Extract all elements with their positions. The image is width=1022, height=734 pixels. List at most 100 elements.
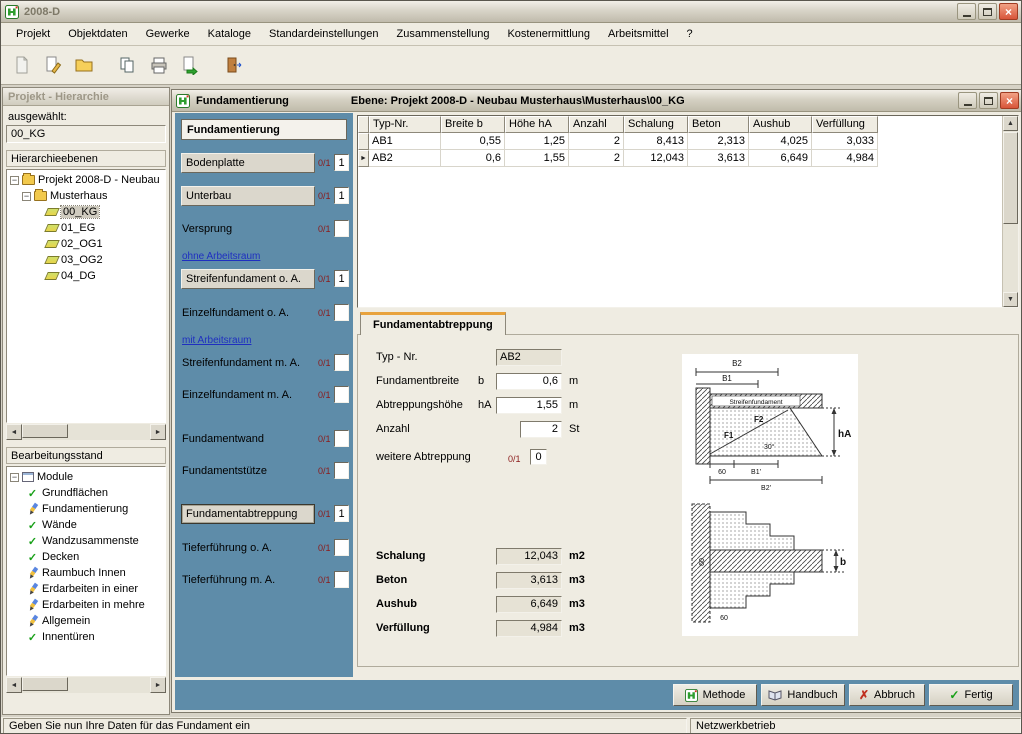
copy-button[interactable] <box>115 52 141 78</box>
abtreppungshoehe-input[interactable]: 1,55 <box>496 397 562 414</box>
item-count-box[interactable] <box>334 354 349 371</box>
module-item[interactable]: ✓Wandzusammenste <box>7 533 165 549</box>
column-header[interactable]: Breite b <box>441 116 505 133</box>
close-button[interactable]: × <box>999 3 1018 20</box>
module-item[interactable]: ✓Decken <box>7 549 165 565</box>
modules-hscrollbar[interactable]: ◄ ► <box>6 677 166 693</box>
mdi-close-button[interactable]: × <box>1000 92 1019 109</box>
maximize-button[interactable] <box>978 3 997 20</box>
export-button[interactable] <box>177 52 203 78</box>
menu-objektdaten[interactable]: Objektdaten <box>59 25 136 43</box>
bodenplatte-button[interactable]: Bodenplatte <box>181 153 315 173</box>
scroll-left-icon[interactable]: ◄ <box>6 424 22 440</box>
methode-button[interactable]: Methode <box>673 684 757 706</box>
collapse-icon[interactable]: − <box>10 176 19 185</box>
mdi-minimize-button[interactable] <box>958 92 977 109</box>
item-count-box[interactable] <box>334 462 349 479</box>
fundamentbreite-input[interactable]: 0,6 <box>496 373 562 390</box>
module-item[interactable]: ✓Wände <box>7 517 165 533</box>
handbuch-button[interactable]: Handbuch <box>761 684 845 706</box>
module-item[interactable]: Raumbuch Innen <box>7 565 165 581</box>
hierarchy-hscrollbar[interactable]: ◄ ► <box>6 424 166 440</box>
einzelfundament-oa-button[interactable]: Einzelfundament o. A. <box>182 303 289 323</box>
column-header[interactable]: Beton <box>688 116 749 133</box>
menu-zusammenstellung[interactable]: Zusammenstellung <box>388 25 499 43</box>
fundamentabtreppung-button[interactable]: Fundamentabtreppung <box>181 504 315 524</box>
new-button[interactable] <box>9 52 35 78</box>
menu-gewerke[interactable]: Gewerke <box>137 25 199 43</box>
tree-item-01-eg[interactable]: 01_EG <box>7 220 165 236</box>
mdi-restore-button[interactable] <box>979 92 998 109</box>
column-header[interactable]: Typ-Nr. <box>369 116 441 133</box>
scroll-thumb[interactable] <box>1003 132 1018 224</box>
item-count-box[interactable]: 1 <box>334 187 349 204</box>
row-marker[interactable]: ► <box>358 150 369 167</box>
tree-item-project[interactable]: − Projekt 2008-D - Neubau <box>7 172 165 188</box>
row-marker[interactable] <box>358 133 369 150</box>
menu-kostenermittlung[interactable]: Kostenermittlung <box>498 25 599 43</box>
tree-item-module-root[interactable]: − Module <box>7 469 165 485</box>
item-count-box[interactable] <box>334 539 349 556</box>
tree-item-04-dg[interactable]: 04_DG <box>7 268 165 284</box>
column-header[interactable]: Aushub <box>749 116 812 133</box>
scroll-right-icon[interactable]: ► <box>150 424 166 440</box>
module-item[interactable]: Erdarbeiten in mehre <box>7 597 165 613</box>
minimize-button[interactable] <box>957 3 976 20</box>
scroll-thumb[interactable] <box>22 424 68 438</box>
table-vscrollbar[interactable]: ▲ ▼ <box>1002 116 1018 307</box>
tree-item-03-og2[interactable]: 03_OG2 <box>7 252 165 268</box>
menu-arbeitsmittel[interactable]: Arbeitsmittel <box>599 25 678 43</box>
scroll-right-icon[interactable]: ► <box>150 677 166 693</box>
print-button[interactable] <box>146 52 172 78</box>
item-count-box[interactable] <box>334 430 349 447</box>
abbruch-button[interactable]: ✗ Abbruch <box>849 684 925 706</box>
fundamentwand-button[interactable]: Fundamentwand <box>182 429 264 449</box>
item-count-box[interactable] <box>334 571 349 588</box>
scroll-thumb[interactable] <box>22 677 68 691</box>
table-row-selected[interactable]: ► AB2 0,6 1,55 2 12,043 3,613 6,649 4,98… <box>358 150 1002 167</box>
anzahl-input[interactable]: 2 <box>520 421 562 438</box>
tieferfuehrung-oa-button[interactable]: Tieferführung o. A. <box>182 538 272 558</box>
menu-help[interactable]: ? <box>678 25 702 43</box>
module-item[interactable]: Erdarbeiten in einer <box>7 581 165 597</box>
menu-projekt[interactable]: Projekt <box>7 25 59 43</box>
item-count-box[interactable]: 1 <box>334 154 349 171</box>
exit-button[interactable] <box>221 52 247 78</box>
item-count-box[interactable] <box>334 220 349 237</box>
tree-item-00-kg[interactable]: 00_KG <box>7 204 165 220</box>
tree-item-02-og1[interactable]: 02_OG1 <box>7 236 165 252</box>
fundamentstuetze-button[interactable]: Fundamentstütze <box>182 461 267 481</box>
column-header[interactable]: Höhe hA <box>505 116 569 133</box>
open-button[interactable] <box>40 52 66 78</box>
folder-button[interactable] <box>71 52 97 78</box>
versprung-button[interactable]: Versprung <box>182 219 232 239</box>
item-count-box[interactable] <box>334 386 349 403</box>
module-item[interactable]: Allgemein <box>7 613 165 629</box>
column-header[interactable]: Anzahl <box>569 116 624 133</box>
item-count-box[interactable]: 1 <box>334 505 349 522</box>
module-item[interactable]: ✓Innentüren <box>7 629 165 645</box>
scroll-up-icon[interactable]: ▲ <box>1003 116 1018 131</box>
streifenfundament-ma-button[interactable]: Streifenfundament m. A. <box>182 353 300 373</box>
table-row[interactable]: AB1 0,55 1,25 2 8,413 2,313 4,025 3,033 <box>358 133 1002 150</box>
collapse-icon[interactable]: − <box>22 192 31 201</box>
module-item[interactable]: Fundamentierung <box>7 501 165 517</box>
module-item[interactable]: ✓Grundflächen <box>7 485 165 501</box>
column-header[interactable]: Schalung <box>624 116 688 133</box>
fertig-button[interactable]: ✓ Fertig <box>929 684 1013 706</box>
item-count-box[interactable]: 1 <box>334 270 349 287</box>
tab-fundamentabtreppung[interactable]: Fundamentabtreppung <box>360 312 506 335</box>
tieferfuehrung-ma-button[interactable]: Tieferführung m. A. <box>182 570 275 590</box>
collapse-icon[interactable]: − <box>10 473 19 482</box>
item-count-box[interactable] <box>334 304 349 321</box>
streifenfundament-oa-button[interactable]: Streifenfundament o. A. <box>181 269 315 289</box>
scroll-down-icon[interactable]: ▼ <box>1003 292 1018 307</box>
unterbau-button[interactable]: Unterbau <box>181 186 315 206</box>
menu-kataloge[interactable]: Kataloge <box>199 25 260 43</box>
tree-item-musterhaus[interactable]: − Musterhaus <box>7 188 165 204</box>
menu-standardeinstellungen[interactable]: Standardeinstellungen <box>260 25 387 43</box>
column-header[interactable]: Verfüllung <box>812 116 878 133</box>
weitere-abtreppung-input[interactable]: 0 <box>530 449 547 465</box>
einzelfundament-ma-button[interactable]: Einzelfundament m. A. <box>182 385 292 405</box>
scroll-left-icon[interactable]: ◄ <box>6 677 22 693</box>
